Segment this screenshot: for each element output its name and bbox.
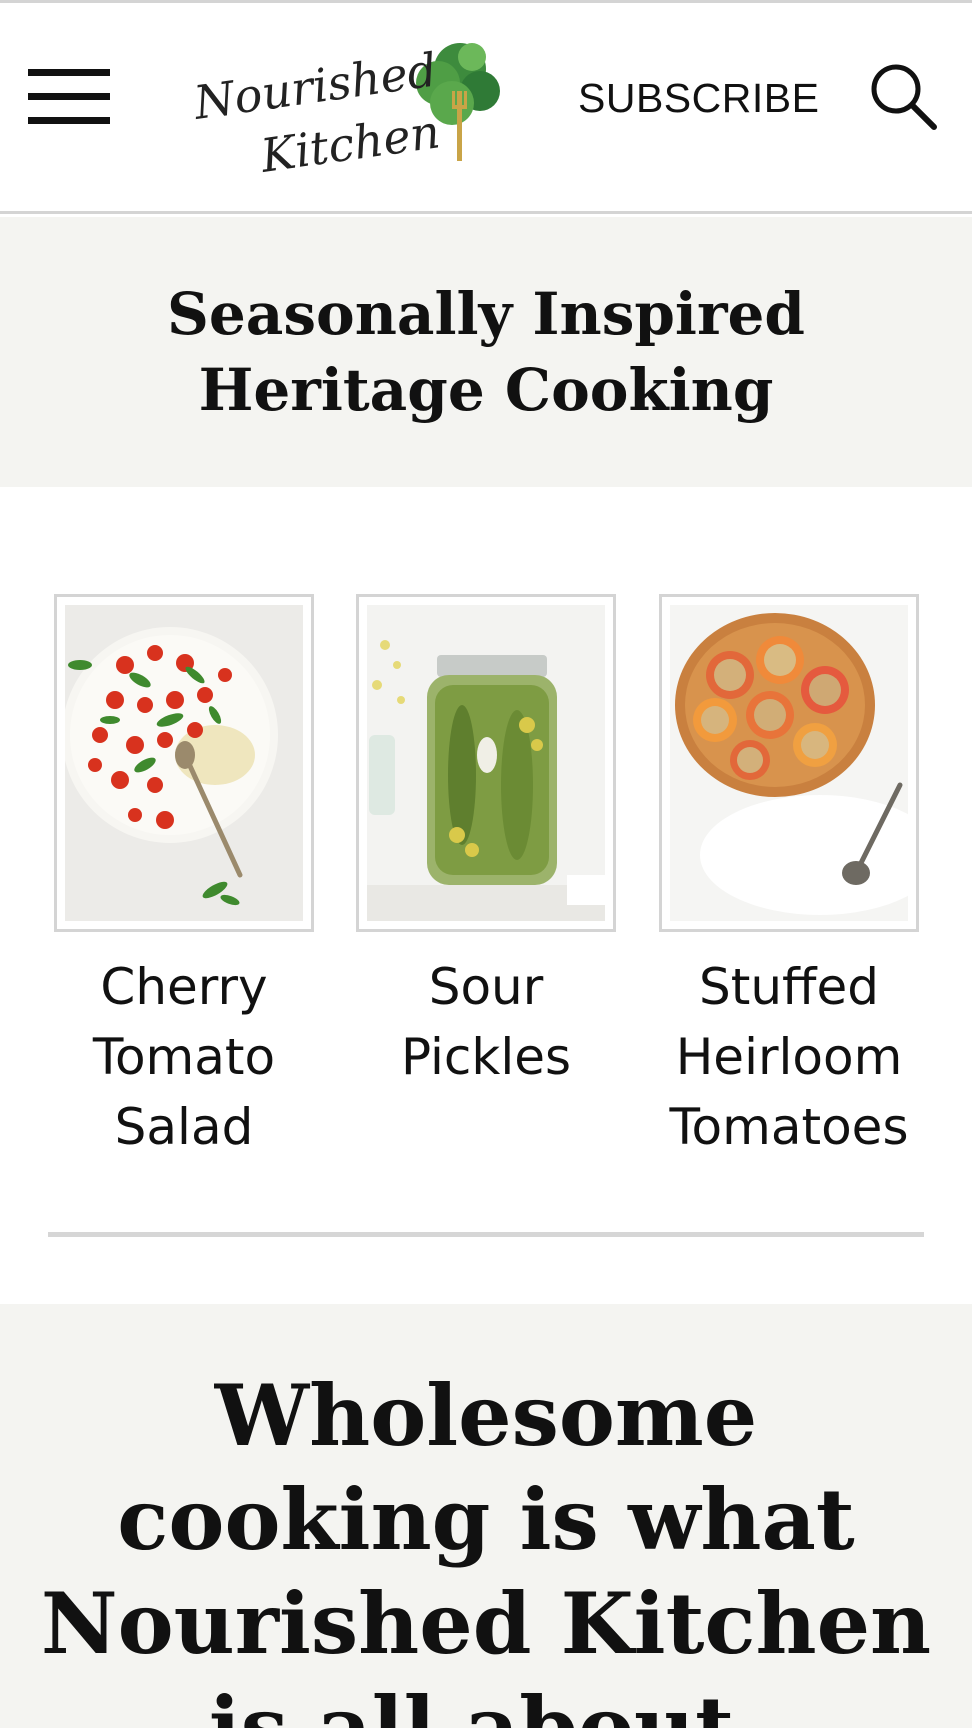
menu-bar <box>28 93 110 100</box>
sour-pickles-photo <box>367 605 605 921</box>
cherry-tomato-salad-photo <box>65 605 303 921</box>
recipe-title[interactable]: Cherry Tomato Salad <box>54 952 314 1162</box>
search-icon[interactable] <box>868 61 940 133</box>
subscribe-link[interactable]: SUBSCRIBE <box>578 73 819 123</box>
menu-bar <box>28 117 110 124</box>
site-logo[interactable]: Nourished Kitchen <box>190 21 510 181</box>
tagline-banner: Seasonally Inspired Heritage Cooking <box>0 217 972 487</box>
intro-heading: Wholesome cooking is what Nourished Kitc… <box>40 1366 932 1728</box>
tagline: Seasonally Inspired Heritage Cooking <box>167 280 805 424</box>
recipe-card[interactable]: Cherry Tomato Salad <box>54 594 314 1162</box>
site-header: Nourished Kitchen SUBSCRIBE <box>0 0 972 214</box>
recipe-image-frame <box>356 594 616 932</box>
logo-graphic: Nourished Kitchen <box>190 42 500 181</box>
section-divider <box>48 1232 924 1237</box>
hamburger-menu-icon[interactable] <box>28 69 112 125</box>
recipe-title[interactable]: Stuffed Heirloom Tomatoes <box>659 952 919 1162</box>
stuffed-heirloom-tomatoes-photo <box>670 605 908 921</box>
recipe-image-frame <box>659 594 919 932</box>
featured-recipes: Cherry Tomato Salad Sour Pickles Stuffed… <box>0 594 972 1174</box>
menu-bar <box>28 69 110 76</box>
recipe-title[interactable]: Sour Pickles <box>356 952 616 1092</box>
intro-section: Wholesome cooking is what Nourished Kitc… <box>0 1304 972 1728</box>
recipe-image-frame <box>54 594 314 932</box>
recipe-card[interactable]: Sour Pickles <box>356 594 616 1092</box>
recipe-card[interactable]: Stuffed Heirloom Tomatoes <box>659 594 919 1162</box>
